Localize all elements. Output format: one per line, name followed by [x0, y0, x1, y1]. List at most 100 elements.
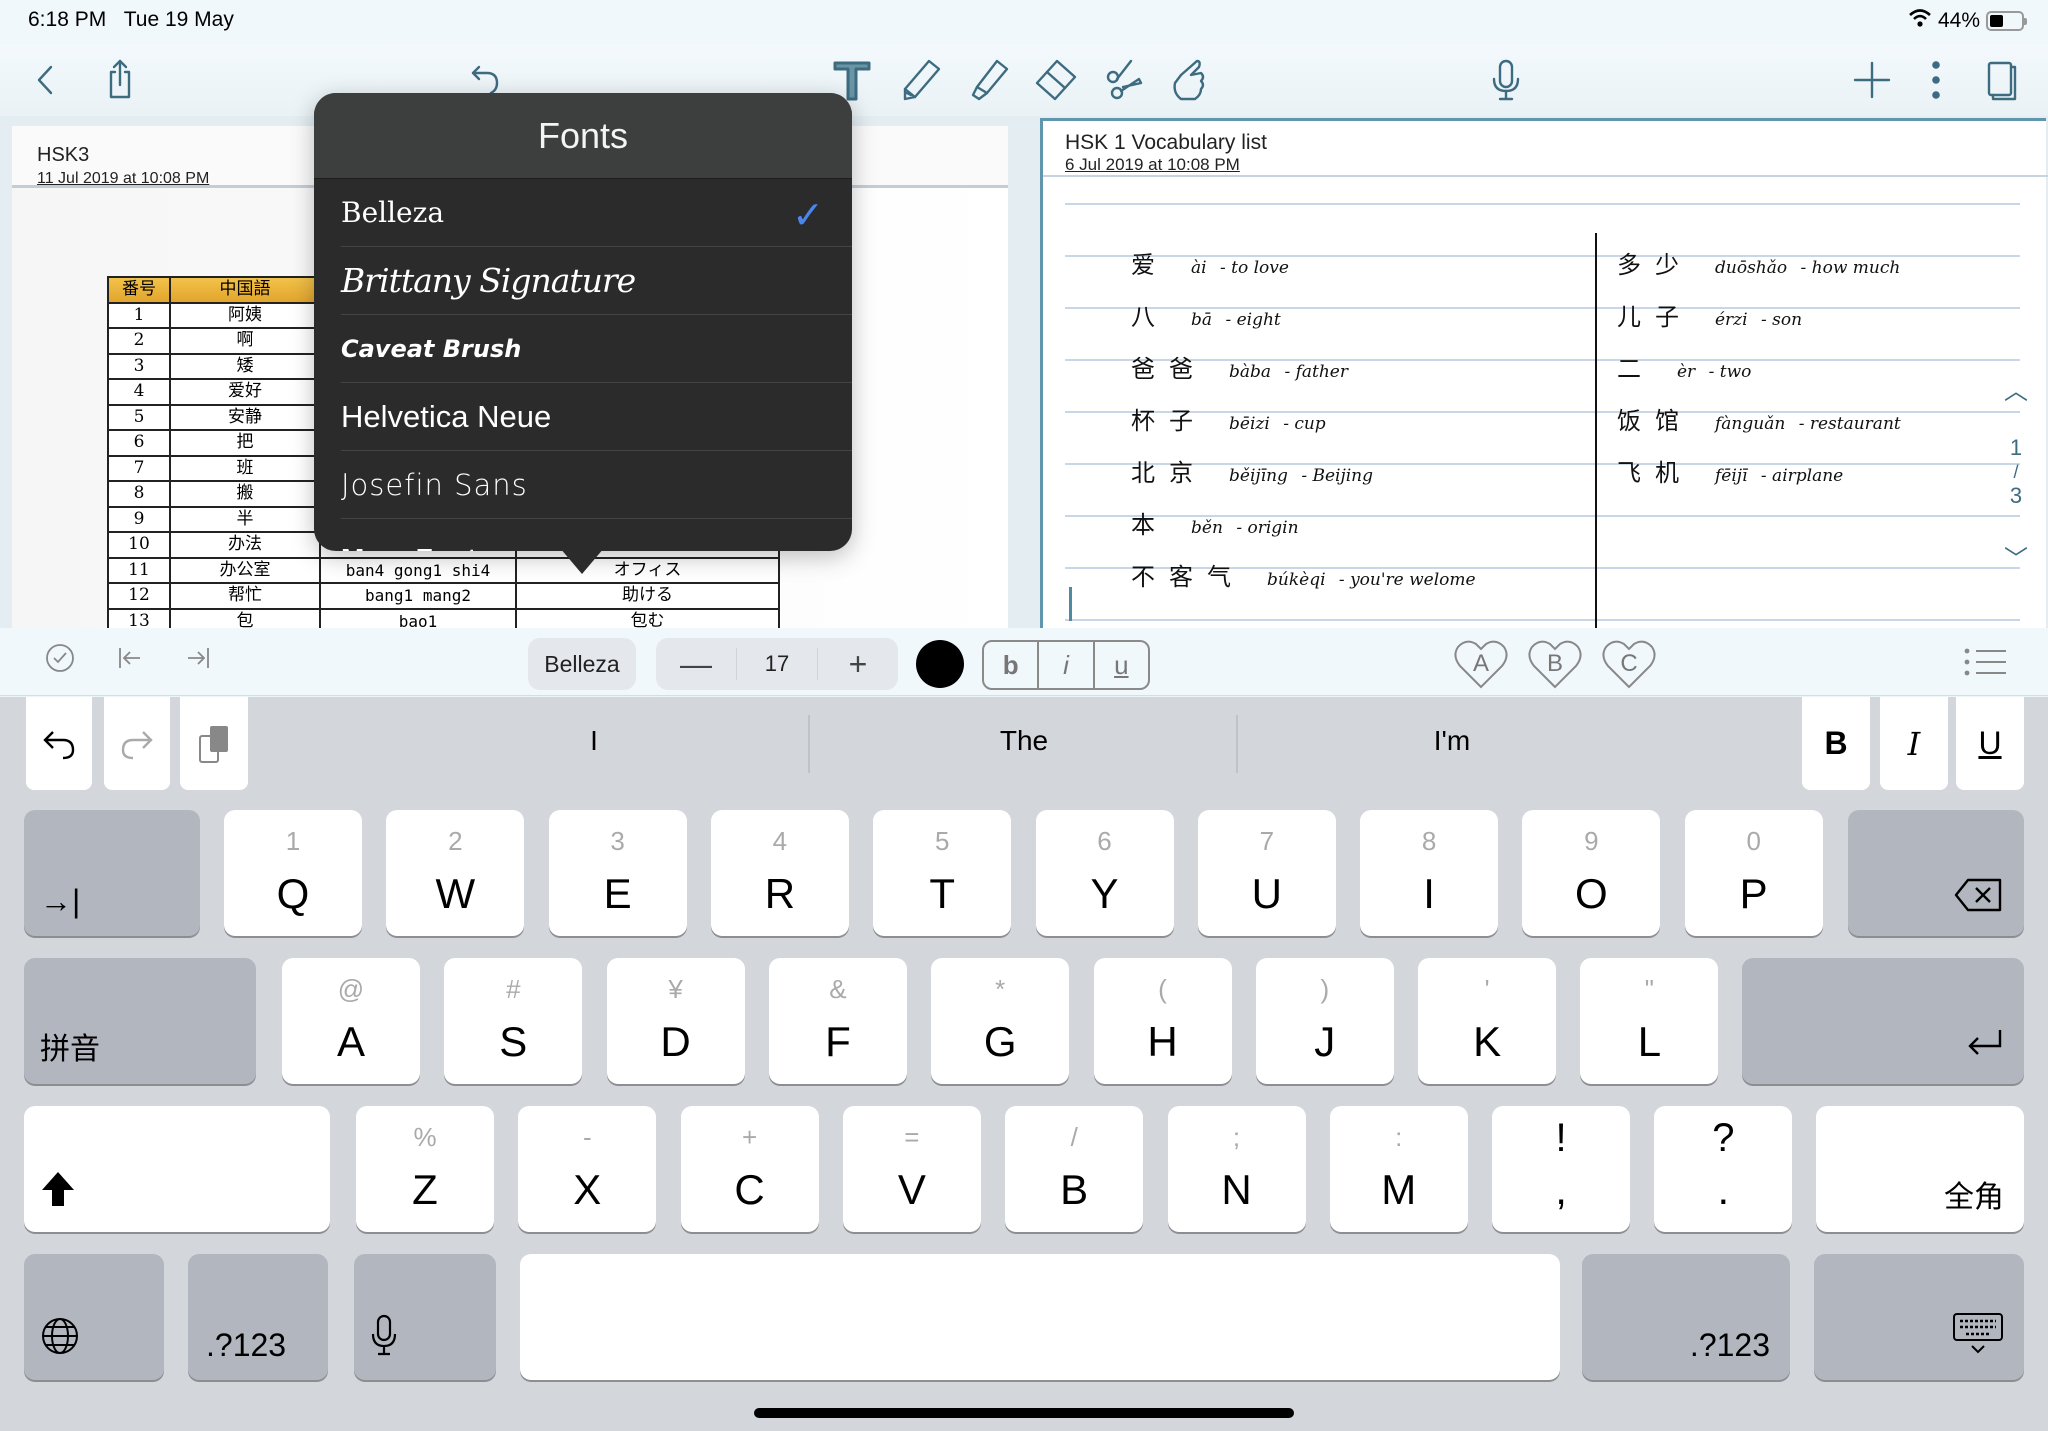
- font-option-brittany-signature[interactable]: Brittany Signature: [341, 247, 852, 315]
- keyboard-redo-button[interactable]: [104, 697, 170, 790]
- key-o[interactable]: 9O: [1522, 810, 1661, 936]
- key-l[interactable]: " L: [1580, 958, 1719, 1084]
- pinyin-key[interactable]: 拼音: [24, 958, 256, 1084]
- key-s[interactable]: # S: [444, 958, 583, 1084]
- font-option-helvetica-neue[interactable]: Helvetica Neue: [341, 383, 852, 451]
- key-a[interactable]: @ A: [282, 958, 420, 1084]
- scissors-icon[interactable]: [1096, 52, 1152, 108]
- key-t[interactable]: 5T: [873, 810, 1012, 936]
- keyboard-italic-button[interactable]: I: [1880, 697, 1948, 790]
- font-size-value[interactable]: 17: [736, 648, 818, 680]
- indent-icon[interactable]: [182, 642, 214, 681]
- vocab-hanzi: 北京: [1131, 459, 1207, 487]
- font-option-josefin-sans[interactable]: Josefin Sans: [341, 451, 852, 519]
- globe-key[interactable]: [24, 1254, 164, 1380]
- key-n[interactable]: ; N: [1167, 1106, 1306, 1232]
- status-bar: 6:18 PM Tue 19 May 44%: [0, 0, 2048, 44]
- table-cell: 办公室: [169, 556, 321, 584]
- suggestion-1[interactable]: I: [384, 725, 804, 757]
- decrease-size-button[interactable]: —: [656, 638, 736, 690]
- key-comma[interactable]: !,: [1492, 1106, 1631, 1232]
- key-u[interactable]: 7U: [1197, 810, 1336, 936]
- fullwidth-key[interactable]: 全角: [1816, 1106, 2024, 1232]
- favorite-style-a-button[interactable]: A: [1452, 638, 1510, 690]
- keyboard-undo-button[interactable]: [26, 697, 92, 790]
- underline-button[interactable]: u: [1092, 642, 1148, 688]
- favorite-style-c-button[interactable]: C: [1600, 638, 1658, 690]
- key-q[interactable]: 1Q: [224, 810, 362, 936]
- key-z[interactable]: % Z: [356, 1106, 494, 1232]
- hand-pointer-icon[interactable]: [1162, 52, 1218, 108]
- vocab-meaning: - how much: [1800, 258, 1901, 278]
- key-alt-label: /: [1070, 1122, 1078, 1152]
- share-icon[interactable]: [92, 52, 148, 108]
- eraser-icon[interactable]: [1028, 52, 1084, 108]
- pen-icon[interactable]: [892, 52, 948, 108]
- highlighter-icon[interactable]: [960, 52, 1016, 108]
- return-key[interactable]: [1742, 958, 2024, 1084]
- document-title: HSK3: [37, 144, 90, 166]
- key-g[interactable]: * G: [931, 958, 1070, 1084]
- vocab-pinyin: búkèqi: [1267, 570, 1326, 590]
- key-i[interactable]: 8I: [1360, 810, 1499, 936]
- key-b[interactable]: / B: [1005, 1106, 1144, 1232]
- dictation-key[interactable]: [354, 1254, 496, 1380]
- tab-key[interactable]: →|: [24, 810, 200, 936]
- increase-size-button[interactable]: +: [818, 638, 898, 690]
- key-k[interactable]: ' K: [1418, 958, 1557, 1084]
- key-p[interactable]: 0P: [1684, 810, 1823, 936]
- total-pages: 3: [2009, 483, 2023, 508]
- key-v[interactable]: = V: [842, 1106, 981, 1232]
- numbers-key-left[interactable]: .?123: [188, 1254, 328, 1380]
- dismiss-keyboard-key[interactable]: [1814, 1254, 2024, 1380]
- favorite-style-b-button[interactable]: B: [1526, 638, 1584, 690]
- document-date[interactable]: 11 Jul 2019 at 10:08 PM: [37, 170, 209, 188]
- key-period[interactable]: ?.: [1654, 1106, 1793, 1232]
- font-name-button[interactable]: Belleza: [528, 638, 636, 690]
- more-fonts-item[interactable]: More Fonts: [341, 519, 852, 551]
- key-e[interactable]: 3E: [548, 810, 687, 936]
- list-icon[interactable]: [1964, 648, 2008, 676]
- key-r[interactable]: 4R: [710, 810, 849, 936]
- key-c[interactable]: + C: [680, 1106, 819, 1232]
- heart-label: B: [1546, 650, 1563, 677]
- back-icon[interactable]: [18, 52, 74, 108]
- italic-button[interactable]: i: [1037, 642, 1092, 688]
- chevron-down-icon[interactable]: ﹀: [1996, 547, 2036, 573]
- key-x[interactable]: -X: [518, 1106, 657, 1232]
- keyboard-paste-button[interactable]: [180, 697, 248, 790]
- text-color-button[interactable]: [916, 640, 964, 688]
- key-y[interactable]: 6Y: [1035, 810, 1174, 936]
- space-key[interactable]: [520, 1254, 1560, 1380]
- key-j[interactable]: ) J: [1255, 958, 1394, 1084]
- key-h[interactable]: (H: [1093, 958, 1232, 1084]
- numbers-key-right[interactable]: .?123: [1582, 1254, 1790, 1380]
- suggestion-2[interactable]: The: [814, 725, 1234, 757]
- shift-key[interactable]: [24, 1106, 330, 1232]
- key-d[interactable]: ¥ D: [606, 958, 745, 1084]
- font-option-caveat-brush[interactable]: Caveat Brush: [341, 315, 852, 383]
- table-row: 12 帮忙 bang1 mang2 助ける: [107, 582, 780, 610]
- font-label: Brittany Signature: [341, 261, 636, 300]
- key-alt-label: 6: [1097, 826, 1112, 856]
- home-indicator[interactable]: [754, 1408, 1294, 1418]
- keyboard-bold-button[interactable]: B: [1802, 697, 1870, 790]
- delete-key[interactable]: [1848, 810, 2024, 936]
- bold-button[interactable]: b: [984, 642, 1037, 688]
- key-w[interactable]: 2W: [386, 810, 525, 936]
- chevron-up-icon[interactable]: ︿: [1996, 379, 2036, 405]
- more-vertical-icon[interactable]: [1908, 52, 1964, 108]
- outdent-icon[interactable]: [114, 642, 146, 681]
- key-f[interactable]: & F: [768, 958, 907, 1084]
- table-row: 13 包 bao1 包む: [107, 607, 780, 628]
- pages-icon[interactable]: [1974, 52, 2030, 108]
- document-date[interactable]: 6 Jul 2019 at 10:08 PM: [1065, 155, 1240, 175]
- microphone-icon[interactable]: [1478, 52, 1534, 108]
- keyboard-underline-button[interactable]: U: [1956, 697, 2024, 790]
- suggestion-3[interactable]: I'm: [1242, 725, 1662, 757]
- key-m[interactable]: :M: [1329, 1106, 1468, 1232]
- font-option-belleza[interactable]: Belleza ✓: [341, 179, 852, 247]
- plus-icon[interactable]: [1844, 52, 1900, 108]
- checkmark-circle-icon[interactable]: [44, 642, 76, 681]
- right-document[interactable]: HSK 1 Vocabulary list 6 Jul 2019 at 10:0…: [1040, 118, 2048, 628]
